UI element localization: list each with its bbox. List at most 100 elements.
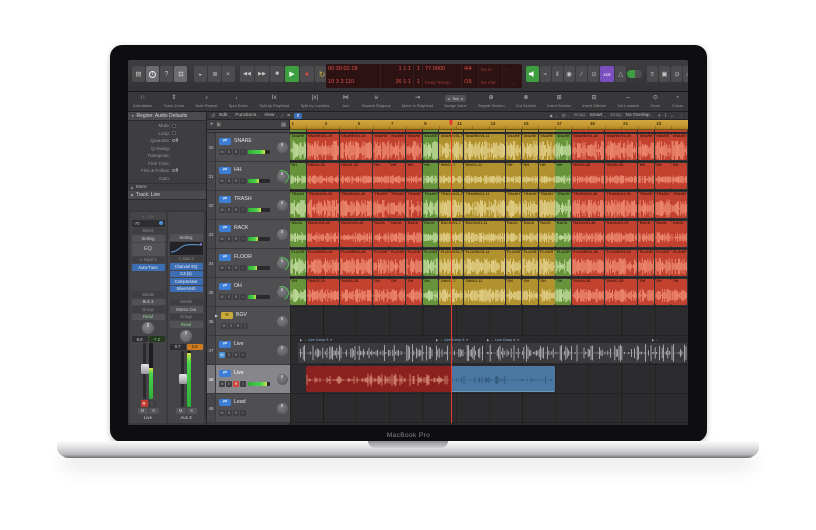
audio-region[interactable]: RACK	[638, 221, 654, 248]
audio-region[interactable]: FLOOR	[539, 250, 555, 277]
track-header-30[interactable]: 30⇄SNAREMSRI	[207, 133, 290, 162]
track-i-button[interactable]: I	[242, 323, 248, 329]
audio-region[interactable]: SNARE	[373, 134, 389, 161]
note-repeat-button[interactable]: ♪Note Repeat	[195, 95, 217, 108]
audio-region[interactable]: HH	[406, 163, 422, 190]
track-s-button[interactable]: S	[226, 381, 232, 387]
split-by-locators-button[interactable]: |x|Split by Locators	[301, 95, 330, 108]
volume-fader[interactable]	[143, 343, 146, 399]
audio-region[interactable]: HH	[389, 163, 405, 190]
direct-slot[interactable]: Direct	[132, 228, 165, 235]
more-row[interactable]: ▶ More	[128, 183, 206, 191]
insert-section-button[interactable]: ⊞Insert Section	[547, 95, 571, 108]
track-m-button[interactable]: M	[219, 381, 225, 387]
peak-level-value[interactable]: -7.2	[149, 336, 165, 342]
audio-region[interactable]: FLOOR#01.38	[572, 250, 604, 277]
audio-region[interactable]: SNARE	[406, 134, 422, 161]
checkbox[interactable]	[172, 124, 176, 128]
track-i-button[interactable]: I	[240, 381, 246, 387]
audio-region[interactable]: SNARE	[506, 134, 522, 161]
track-s-button[interactable]: S	[226, 178, 232, 184]
audio-region[interactable]: HH	[638, 163, 654, 190]
gain-slot[interactable]: -70	[132, 220, 165, 227]
autopunch-toggle[interactable]	[627, 70, 642, 78]
mute-button[interactable]: M	[176, 408, 186, 415]
audio-region[interactable]: SNARE	[539, 134, 555, 161]
setting-slot[interactable]: Setting	[170, 234, 203, 241]
audio-region[interactable]: HH#01.39	[605, 163, 637, 190]
command-tool-menu[interactable]: ⊙⌄	[562, 113, 570, 119]
zoom-button[interactable]: ⊙Zoom	[650, 95, 660, 108]
record-enable-button[interactable]: R	[141, 400, 148, 407]
audio-region[interactable]: SNARE	[290, 134, 306, 161]
list-editors-button[interactable]: ≡	[647, 66, 658, 82]
track-m-button[interactable]: M	[219, 410, 225, 416]
audio-region[interactable]: RACK#01.11	[464, 221, 505, 248]
audio-region[interactable]: FLOOR	[423, 250, 439, 277]
join-button[interactable]: ⋈Join	[341, 95, 351, 108]
audio-region[interactable]: RACK	[506, 221, 522, 248]
automation-mode-slot[interactable]: Read	[132, 314, 165, 321]
setting-slot[interactable]: Setting	[132, 235, 165, 242]
volume-fader[interactable]	[181, 351, 184, 407]
stepper-left-icon[interactable]: ◀	[447, 97, 450, 101]
track-header-49[interactable]: 49⇄LeadMSRI	[207, 394, 290, 423]
repeat-section-button[interactable]: ⊕Repeat Section	[478, 95, 505, 108]
pan-knob[interactable]	[180, 330, 192, 342]
audio-region[interactable]: TRASH	[555, 192, 571, 219]
solo-button[interactable]: S	[187, 408, 197, 415]
insert-silence-button[interactable]: ⊟Insert Silence	[582, 95, 606, 108]
track-header-35[interactable]: 35⇄OHMSRI	[207, 278, 290, 307]
volume-value[interactable]: 6.0	[132, 336, 148, 342]
plugin-slot[interactable]: Auto-Tune	[132, 264, 165, 271]
track-header-36[interactable]: 36▶≋BGVMSRI	[207, 307, 290, 336]
audio-region[interactable]: RACK	[671, 221, 687, 248]
audio-region[interactable]: TRASH	[373, 192, 389, 219]
group-slot[interactable]: Group	[132, 306, 165, 313]
mute-button[interactable]: M	[138, 408, 148, 415]
audio-region[interactable]: FLOOR#01.39	[605, 250, 637, 277]
search-button[interactable]: ⊙	[671, 66, 682, 82]
track-pan-knob[interactable]	[277, 316, 288, 327]
track-r-button[interactable]: R	[233, 207, 239, 213]
audio-region[interactable]: OH#01.28	[340, 279, 372, 306]
punch-button[interactable]: ⊙	[588, 66, 599, 82]
audio-region[interactable]: FLOOR	[506, 250, 522, 277]
audio-region[interactable]: OH#01.39	[605, 279, 637, 306]
track-pan-knob[interactable]	[277, 345, 288, 356]
cut-section-button[interactable]: ⊗Cut Section	[516, 95, 536, 108]
edit-menu[interactable]: Edit⌄	[219, 113, 231, 118]
marquee-icon[interactable]: I	[665, 113, 666, 119]
audio-region[interactable]: RACK	[555, 221, 571, 248]
stop-button[interactable]: ■	[270, 66, 284, 82]
audio-region[interactable]: RACK	[290, 221, 306, 248]
track-pan-knob[interactable]	[277, 229, 288, 240]
drag-menu[interactable]: Drag: No Overlap⌄	[610, 113, 653, 118]
track-r-button[interactable]: R	[233, 352, 239, 358]
x16-badge-button[interactable]: x16	[600, 66, 614, 82]
take-region[interactable]: ▶⌄Live Comp A⟳	[434, 337, 484, 364]
track-pan-knob[interactable]	[277, 258, 288, 269]
audio-region[interactable]: TRASH#01.39	[605, 192, 637, 219]
track-s-button[interactable]: S	[226, 352, 232, 358]
record-button[interactable]: ●	[300, 66, 314, 82]
audio-region[interactable]: RACK#01.29	[307, 221, 339, 248]
audio-region[interactable]: RACK#01.38	[572, 221, 604, 248]
track-s-button[interactable]: S	[226, 265, 232, 271]
audio-region[interactable]: HH	[539, 163, 555, 190]
track-header-config-button[interactable]: ▤	[281, 122, 286, 128]
audio-region[interactable]: OH	[539, 279, 555, 306]
track-r-button[interactable]: R	[233, 149, 239, 155]
audio-region[interactable]: FLOOR	[555, 250, 571, 277]
audio-region[interactable]: TRASH	[539, 192, 555, 219]
audio-region[interactable]: TRASH	[638, 192, 654, 219]
group-slot[interactable]: Group	[170, 314, 203, 321]
eq-slot[interactable]: EQ	[132, 243, 165, 256]
plugin-slot[interactable]: SilverVerb	[170, 286, 203, 293]
take-region[interactable]: ▶⌄Live Comp A⟳	[485, 337, 649, 364]
move-to-playhead-button[interactable]: ⇥Move to Playhead	[402, 95, 433, 108]
audio-region[interactable]: TRASH#01.28	[340, 192, 372, 219]
audio-region[interactable]: HH	[655, 163, 671, 190]
audio-region[interactable]: OH#01.38	[572, 279, 604, 306]
track-i-button[interactable]: I	[240, 294, 246, 300]
